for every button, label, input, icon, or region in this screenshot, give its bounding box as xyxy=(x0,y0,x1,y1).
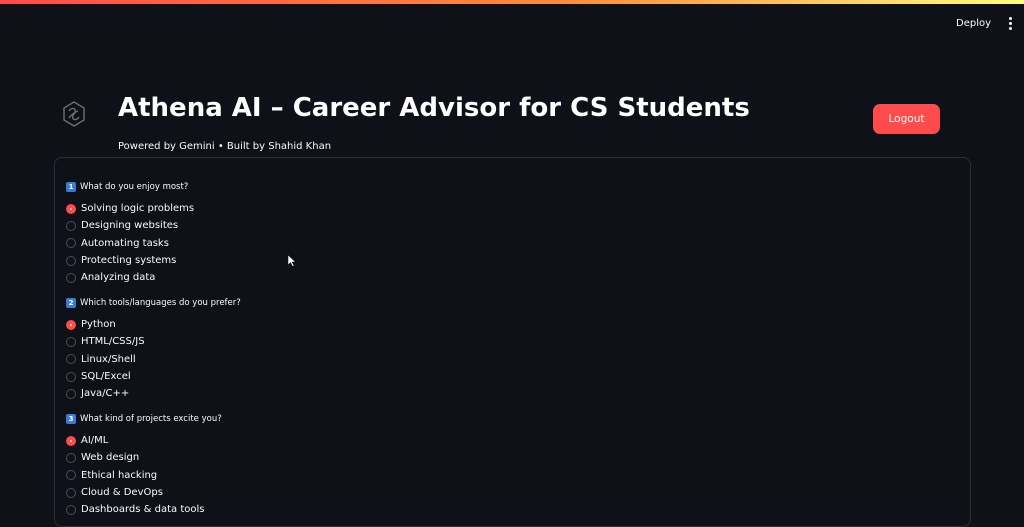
option-label: Designing websites xyxy=(81,220,179,232)
number-3-icon: 3 xyxy=(66,414,76,424)
radio-option[interactable]: Dashboards & data tools xyxy=(66,501,222,518)
logout-button[interactable]: Logout xyxy=(873,104,940,134)
radio-selected-icon[interactable] xyxy=(66,435,76,446)
question-label: 1 What do you enjoy most? xyxy=(66,180,194,194)
radio-unselected-icon[interactable] xyxy=(66,452,76,463)
radio-option[interactable]: Cloud & DevOps xyxy=(66,484,222,501)
radio-unselected-icon[interactable] xyxy=(66,238,76,249)
radio-option[interactable]: Java/C++ xyxy=(66,385,241,402)
radio-group: Solving logic problems Designing website… xyxy=(66,200,194,286)
option-label: AI/ML xyxy=(81,435,109,447)
more-vert-icon[interactable] xyxy=(1003,16,1017,32)
question-label: 2 Which tools/languages do you prefer? xyxy=(66,296,241,310)
radio-option[interactable]: Designing websites xyxy=(66,217,194,234)
option-label: Java/C++ xyxy=(81,388,130,400)
radio-unselected-icon[interactable] xyxy=(66,220,76,231)
radio-option[interactable]: Solving logic problems xyxy=(66,200,194,217)
question-label: 3 What kind of projects excite you? xyxy=(66,412,222,426)
radio-unselected-icon[interactable] xyxy=(66,388,76,399)
option-label: Web design xyxy=(81,452,140,464)
radio-unselected-icon[interactable] xyxy=(66,336,76,347)
radio-unselected-icon[interactable] xyxy=(66,487,76,498)
radio-group: Python HTML/CSS/JS Linux/Shell SQL/Excel… xyxy=(66,316,241,402)
question-text: What kind of projects excite you? xyxy=(80,414,222,424)
radio-unselected-icon[interactable] xyxy=(66,272,76,283)
radio-option[interactable]: HTML/CSS/JS xyxy=(66,333,241,350)
question-3: 3 What kind of projects excite you? AI/M… xyxy=(66,412,222,518)
question-text: Which tools/languages do you prefer? xyxy=(80,298,241,308)
radio-option[interactable]: Automating tasks xyxy=(66,235,194,252)
app-header: Deploy xyxy=(0,4,1024,46)
number-2-icon: 2 xyxy=(66,298,76,308)
radio-group: AI/ML Web design Ethical hacking Cloud &… xyxy=(66,432,222,518)
page-title: Athena AI – Career Advisor for CS Studen… xyxy=(118,93,750,123)
option-label: Protecting systems xyxy=(81,255,177,267)
radio-option[interactable]: Python xyxy=(66,316,241,333)
radio-unselected-icon[interactable] xyxy=(66,470,76,481)
option-label: HTML/CSS/JS xyxy=(81,336,145,348)
radio-selected-icon[interactable] xyxy=(66,203,76,214)
radio-option[interactable]: SQL/Excel xyxy=(66,368,241,385)
mouse-cursor-icon xyxy=(288,255,296,267)
option-label: Automating tasks xyxy=(81,237,169,249)
question-1: 1 What do you enjoy most? Solving logic … xyxy=(66,180,194,286)
radio-option[interactable]: Web design xyxy=(66,449,222,466)
radio-option[interactable]: Analyzing data xyxy=(66,269,194,286)
radio-option[interactable]: AI/ML xyxy=(66,432,222,449)
option-label: Ethical hacking xyxy=(81,469,158,481)
question-2: 2 Which tools/languages do you prefer? P… xyxy=(66,296,241,402)
radio-selected-icon[interactable] xyxy=(66,319,76,330)
option-label: SQL/Excel xyxy=(81,371,131,383)
option-label: Analyzing data xyxy=(81,272,156,284)
option-label: Dashboards & data tools xyxy=(81,504,205,516)
radio-unselected-icon[interactable] xyxy=(66,504,76,515)
radio-unselected-icon[interactable] xyxy=(66,354,76,365)
question-text: What do you enjoy most? xyxy=(80,182,189,192)
option-label: Cloud & DevOps xyxy=(81,487,163,499)
radio-option[interactable]: Linux/Shell xyxy=(66,351,241,368)
page-subtitle: Powered by Gemini • Built by Shahid Khan xyxy=(118,141,332,152)
deploy-button[interactable]: Deploy xyxy=(956,18,991,29)
radio-unselected-icon[interactable] xyxy=(66,255,76,266)
number-1-icon: 1 xyxy=(66,182,76,192)
gemini-logo-icon xyxy=(63,101,85,127)
radio-option[interactable]: Protecting systems xyxy=(66,252,194,269)
radio-unselected-icon[interactable] xyxy=(66,371,76,382)
option-label: Linux/Shell xyxy=(81,353,136,365)
radio-option[interactable]: Ethical hacking xyxy=(66,467,222,484)
option-label: Python xyxy=(81,319,116,331)
option-label: Solving logic problems xyxy=(81,203,195,215)
